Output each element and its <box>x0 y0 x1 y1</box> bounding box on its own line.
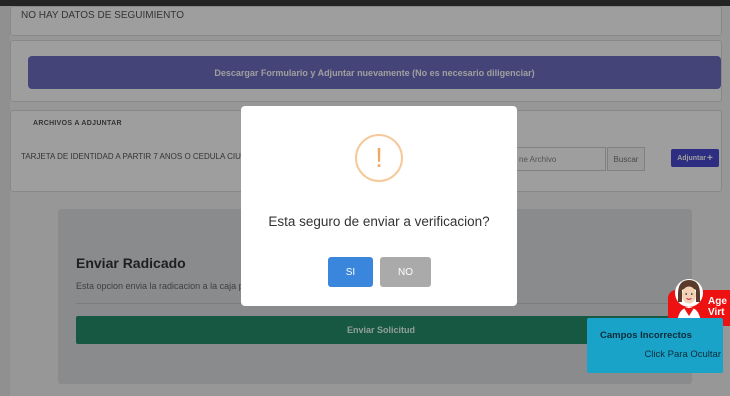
agent-label-line1: Age <box>708 296 727 307</box>
agent-avatar-icon <box>675 279 703 324</box>
yes-button[interactable]: SI <box>328 257 373 287</box>
dialog-question: Esta seguro de enviar a verificacion? <box>268 214 490 229</box>
agent-label: Age Virt <box>708 296 727 318</box>
error-toast[interactable]: Campos Incorrectos Click Para Ocultar <box>587 318 723 373</box>
agent-label-line2: Virt <box>708 307 725 318</box>
confirm-dialog: ! Esta seguro de enviar a verificacion? … <box>241 106 517 306</box>
toast-hide-link[interactable]: Click Para Ocultar <box>644 349 721 360</box>
no-button[interactable]: NO <box>380 257 431 287</box>
warning-icon: ! <box>355 134 403 182</box>
warning-glyph: ! <box>375 142 383 173</box>
toast-title: Campos Incorrectos <box>600 330 692 341</box>
